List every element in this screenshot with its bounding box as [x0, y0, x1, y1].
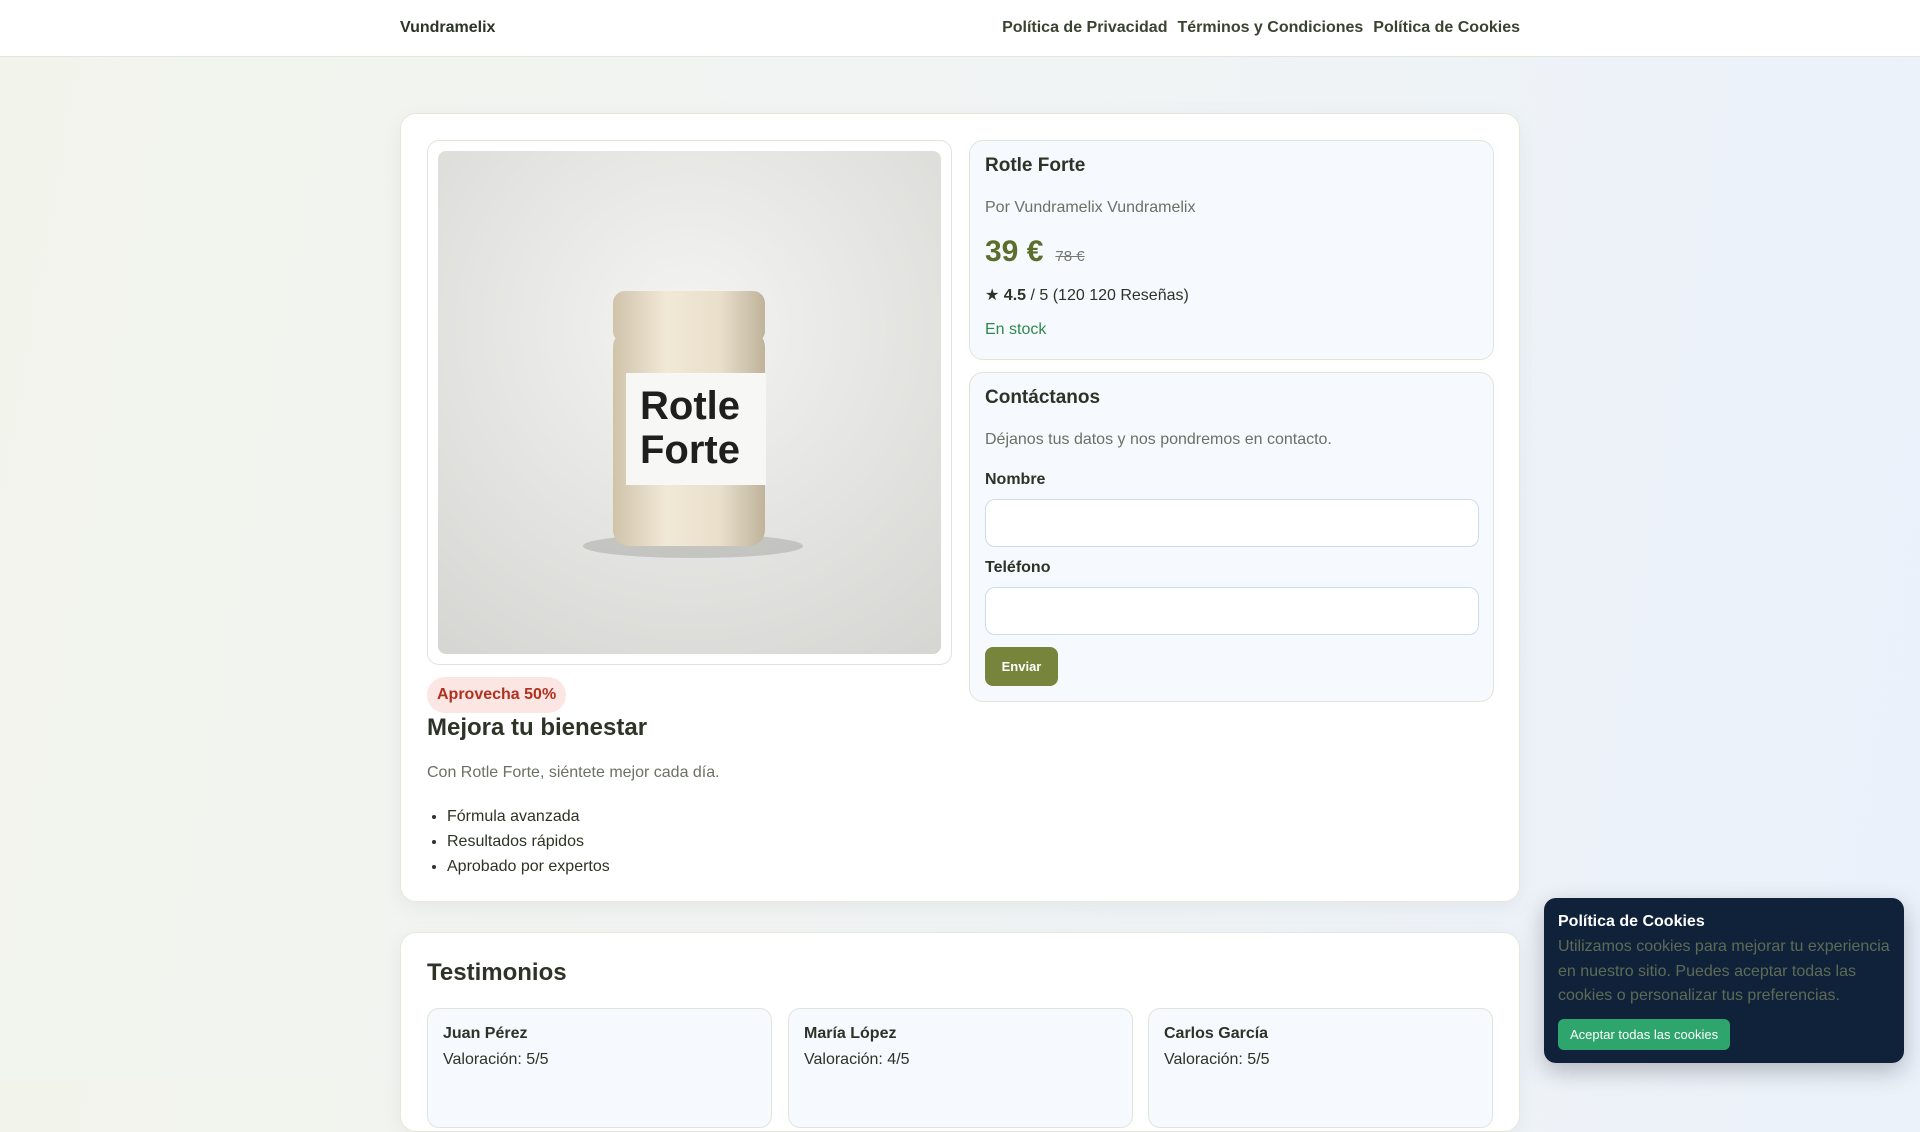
product-vendor: Por Vundramelix Vundramelix [985, 199, 1196, 216]
rating-count: / 5 (120 120 Reseñas) [1026, 287, 1189, 304]
jar-label-text: Rotle [640, 384, 740, 428]
product-section: Rotle Forte Aprovecha 50% Mejora tu bien… [400, 113, 1520, 902]
accept-cookies-button[interactable]: Aceptar todas las cookies [1558, 1018, 1731, 1050]
testimonial-card: Carlos García Valoración: 5/5 [1148, 1008, 1493, 1128]
testimonial-rating: Valoración: 5/5 [443, 1051, 549, 1068]
name-input[interactable] [985, 499, 1479, 547]
product-description: Con Rotle Forte, siéntete mejor cada día… [427, 764, 720, 781]
testimonial-card: María López Valoración: 4/5 [788, 1008, 1133, 1128]
top-nav: Política de Privacidad Términos y Condic… [1002, 19, 1520, 37]
testimonial-name: Juan Pérez [443, 1025, 528, 1042]
cookie-title: Política de Cookies [1558, 913, 1705, 930]
product-image-frame: Rotle Forte [427, 140, 952, 665]
stock-status: En stock [985, 321, 1047, 338]
feature-item: Fórmula avanzada [447, 804, 610, 829]
star-icon: ★ [985, 287, 1000, 304]
name-label: Nombre [985, 471, 1046, 488]
svg-text:Forte: Forte [640, 428, 740, 472]
phone-input[interactable] [985, 587, 1479, 635]
submit-button[interactable]: Enviar [985, 647, 1058, 686]
site-header: Vundramelix Política de Privacidad Térmi… [0, 0, 1920, 57]
contact-form-card: Contáctanos Déjanos tus datos y nos pond… [969, 372, 1494, 702]
old-price: 78 € [1055, 248, 1085, 265]
feature-item: Resultados rápidos [447, 829, 610, 854]
testimonials-section: Testimonios Juan Pérez Valoración: 5/5 Ma… [400, 932, 1520, 1132]
brand-logo[interactable]: Vundramelix [400, 19, 495, 37]
cookie-text: Utilizamos cookies para mejorar tu exper… [1558, 938, 1890, 1004]
testimonials-title: Testimonios [427, 959, 567, 986]
product-heading: Mejora tu bienestar [427, 714, 648, 741]
testimonial-card: Juan Pérez Valoración: 5/5 [427, 1008, 772, 1128]
feature-list: Fórmula avanzada Resultados rápidos Apro… [447, 804, 610, 879]
current-price: 39 € [985, 235, 1044, 268]
testimonial-rating: Valoración: 5/5 [1164, 1051, 1270, 1068]
discount-badge: Aprovecha 50% [427, 677, 567, 713]
testimonial-name: María López [804, 1025, 897, 1042]
rating: ★ 4.5 / 5 (120 120 Reseñas) [985, 285, 1478, 305]
product-info-card: Rotle Forte Por Vundramelix Vundramelix … [969, 140, 1494, 360]
rating-value: 4.5 [1003, 287, 1027, 304]
contact-title: Contáctanos [985, 387, 1101, 408]
feature-item: Aprobado por expertos [447, 854, 610, 879]
cookie-banner: Política de Cookies Utilizamos cookies p… [1544, 898, 1904, 1063]
nav-privacy-policy[interactable]: Política de Privacidad [1002, 19, 1167, 37]
product-image: Rotle Forte [438, 151, 941, 654]
product-title: Rotle Forte [985, 155, 1086, 176]
testimonial-rating: Valoración: 4/5 [804, 1051, 910, 1068]
contact-subtitle: Déjanos tus datos y nos pondremos en con… [985, 431, 1332, 448]
price-row: 39 € 78 € [985, 235, 1478, 269]
nav-cookie-policy[interactable]: Política de Cookies [1373, 19, 1520, 37]
testimonial-name: Carlos García [1164, 1025, 1269, 1042]
nav-terms[interactable]: Términos y Condiciones [1177, 19, 1363, 37]
phone-label: Teléfono [985, 559, 1051, 576]
